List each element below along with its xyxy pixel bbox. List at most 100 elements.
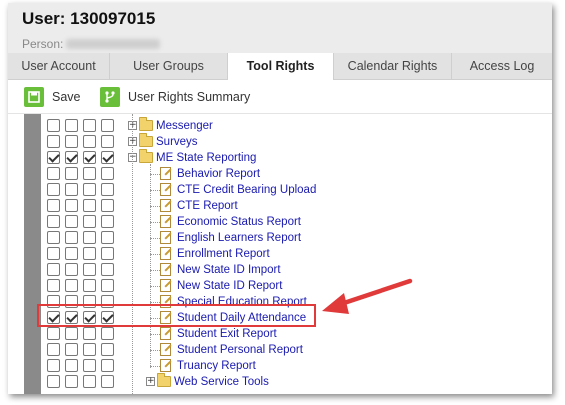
tree-row: Truancy Report (8, 358, 552, 374)
permission-checkbox[interactable] (83, 327, 96, 340)
permission-checkbox[interactable] (47, 231, 60, 244)
tree-tool-label[interactable]: Enrollment Report (177, 246, 270, 262)
permission-checkbox[interactable] (47, 279, 60, 292)
permission-checkbox[interactable] (101, 167, 114, 180)
permission-checkbox[interactable] (65, 375, 78, 388)
tool-icon (160, 167, 171, 180)
permission-checkbox[interactable] (47, 119, 60, 132)
user-rights-summary-button[interactable]: User Rights Summary (100, 86, 250, 108)
tree-connector (132, 114, 133, 394)
permission-checkbox[interactable] (83, 135, 96, 148)
permission-checkbox[interactable] (65, 359, 78, 372)
permission-checkbox[interactable] (83, 375, 96, 388)
permission-checkbox[interactable] (83, 119, 96, 132)
permission-checkbox[interactable] (65, 183, 78, 196)
tool-rights-tree: + Messenger + Surveys − ME State Reporting Beh… (8, 114, 552, 394)
permission-checkbox[interactable] (83, 247, 96, 260)
permission-checkbox[interactable] (83, 167, 96, 180)
permission-checkbox[interactable] (47, 263, 60, 276)
tree-folder-label[interactable]: Web Service Tools (174, 374, 269, 390)
tree-row: Student Exit Report (8, 326, 552, 342)
expand-icon[interactable]: + (146, 377, 155, 386)
tree-tool-label[interactable]: New State ID Import (177, 262, 281, 278)
tree-connector (150, 286, 160, 287)
permission-checkbox[interactable] (65, 279, 78, 292)
permission-checkbox[interactable] (101, 231, 114, 244)
tree-tool-label[interactable]: Behavior Report (177, 166, 260, 182)
permission-checkbox[interactable] (83, 183, 96, 196)
permission-checkbox[interactable] (65, 167, 78, 180)
permission-checkbox[interactable] (83, 359, 96, 372)
permission-checkbox[interactable] (65, 119, 78, 132)
permission-checkbox[interactable] (47, 135, 60, 148)
tree-connector (150, 206, 160, 207)
permission-checkbox[interactable] (101, 183, 114, 196)
permission-checkbox[interactable] (83, 279, 96, 292)
permission-checkbox[interactable] (83, 231, 96, 244)
tab-calendar-rights[interactable]: Calendar Rights (334, 53, 452, 80)
permission-checkbox[interactable] (101, 343, 114, 356)
permission-checkbox[interactable] (65, 343, 78, 356)
save-button[interactable]: Save (24, 86, 81, 108)
permission-checkbox[interactable] (47, 247, 60, 260)
permission-checkbox[interactable] (65, 247, 78, 260)
permission-checkbox[interactable] (101, 135, 114, 148)
tool-icon (160, 247, 171, 260)
tree-connector (150, 174, 160, 175)
permission-checkbox[interactable] (83, 215, 96, 228)
tree-connector (150, 238, 160, 239)
tree-row: + Messenger (8, 117, 552, 134)
permission-checkbox[interactable] (47, 199, 60, 212)
permission-checkbox[interactable] (101, 247, 114, 260)
tree-connector (150, 334, 160, 335)
tab-user-account[interactable]: User Account (8, 53, 110, 80)
tab-access-log[interactable]: Access Log (452, 53, 552, 80)
tree-row: Enrollment Report (8, 246, 552, 262)
permission-checkbox[interactable] (47, 343, 60, 356)
tree-tool-label[interactable]: CTE Credit Bearing Upload (177, 182, 316, 198)
permission-checkbox[interactable] (47, 167, 60, 180)
permission-checkbox[interactable] (101, 375, 114, 388)
permission-checkbox[interactable] (101, 119, 114, 132)
tree-tool-label[interactable]: Economic Status Report (177, 214, 301, 230)
permission-checkbox[interactable] (83, 199, 96, 212)
tab-tool-rights[interactable]: Tool Rights (228, 53, 334, 81)
permission-checkbox[interactable] (101, 263, 114, 276)
tree-connector (150, 366, 160, 367)
permission-checkbox[interactable] (83, 343, 96, 356)
permission-checkbox[interactable] (101, 359, 114, 372)
tree-tool-label[interactable]: CTE Report (177, 198, 238, 214)
permission-checkbox[interactable] (65, 199, 78, 212)
permission-checkbox[interactable] (101, 151, 114, 164)
permission-checkbox[interactable] (101, 199, 114, 212)
permission-checkbox[interactable] (47, 359, 60, 372)
permission-checkbox[interactable] (65, 151, 78, 164)
permission-checkbox[interactable] (65, 135, 78, 148)
permission-checkbox[interactable] (47, 215, 60, 228)
permission-checkbox[interactable] (47, 327, 60, 340)
tree-folder-label[interactable]: Messenger (156, 118, 213, 134)
tree-tool-label[interactable]: English Learners Report (177, 230, 301, 246)
tree-row: + Surveys (8, 133, 552, 150)
permission-checkbox[interactable] (47, 151, 60, 164)
permission-checkbox[interactable] (65, 231, 78, 244)
tree-tool-label[interactable]: Student Exit Report (177, 326, 277, 342)
permission-checkbox[interactable] (65, 263, 78, 276)
tree-tool-label[interactable]: New State ID Report (177, 278, 282, 294)
tool-icon (160, 263, 171, 276)
tree-folder-label[interactable]: Surveys (156, 134, 198, 150)
tab-user-groups[interactable]: User Groups (110, 53, 228, 80)
permission-checkbox[interactable] (101, 279, 114, 292)
permission-checkbox[interactable] (47, 183, 60, 196)
permission-checkbox[interactable] (65, 215, 78, 228)
permission-checkbox[interactable] (83, 151, 96, 164)
permission-checkbox[interactable] (65, 327, 78, 340)
permission-checkbox[interactable] (47, 375, 60, 388)
permission-checkbox[interactable] (101, 327, 114, 340)
tree-folder-label[interactable]: ME State Reporting (156, 150, 256, 166)
permission-checkbox[interactable] (101, 215, 114, 228)
permission-checkbox[interactable] (83, 263, 96, 276)
tree-tool-label[interactable]: Student Personal Report (177, 342, 303, 358)
person-name-redacted (66, 39, 161, 49)
tree-tool-label[interactable]: Truancy Report (177, 358, 256, 374)
